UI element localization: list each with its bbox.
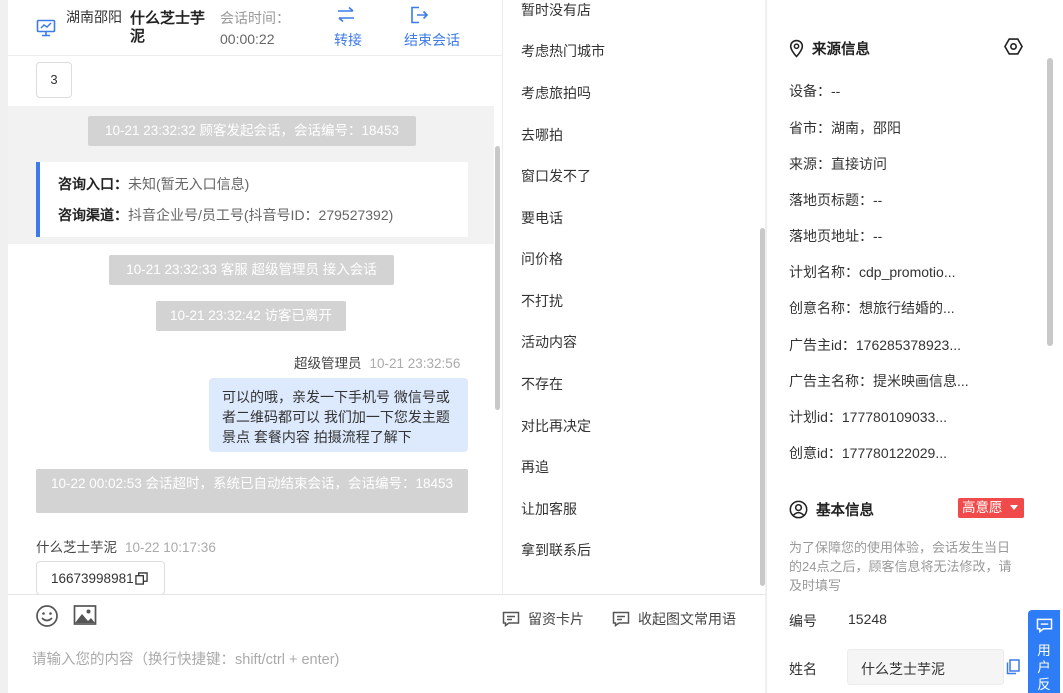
intent-level-label: 高意愿 (962, 500, 1003, 515)
visitor-phone: 16673998981 (51, 571, 134, 586)
count-chip: 3 (36, 62, 72, 98)
quick-replies-pane: 暂时没有店 考虑热门城市 考虑旅拍吗 去哪拍 窗口发不了 要电话 问价格 不打扰… (502, 0, 765, 594)
agent-message-bubble: 可以的哦，亲发一下手机号 微信号或者二维码都可以 我们加一下您发主题景点 套餐内… (209, 378, 468, 452)
user-feedback-tab[interactable]: 用户反 (1028, 610, 1060, 693)
entry-label: 咨询入口： (58, 176, 128, 192)
basic-info-title: 基本信息 (789, 499, 874, 520)
customer-name-field[interactable]: 什么芝士芋泥 (847, 649, 1004, 685)
copy-icon[interactable] (1006, 659, 1020, 675)
source-info-row: 落地页地址：-- (789, 228, 883, 244)
quick-reply-item[interactable]: 活动内容 (521, 332, 577, 352)
transfer-icon (338, 6, 354, 23)
chat-bubble-icon (1036, 618, 1052, 634)
source-info-row: 计划名称：cdp_promotio... (789, 264, 956, 280)
customer-info-pane: 来源信息 设备：-- 省市：湖南，邵阳 来源：直接访问 落地页标题：-- 落地页… (766, 0, 1063, 693)
user-feedback-label: 用户反 (1037, 643, 1051, 692)
visitor-sender-name: 什么芝士芋泥 (36, 540, 117, 555)
session-time-value: 00:00:22 (220, 31, 275, 47)
emoji-icon[interactable] (35, 604, 59, 628)
quick-reply-item[interactable]: 再追 (521, 457, 549, 477)
source-info-row: 广告主名称：提米映画信息... (789, 373, 969, 389)
customer-id-value: 15248 (848, 611, 887, 627)
system-message: 10-21 23:32:42 访客已离开 (156, 301, 346, 331)
channel-label: 咨询渠道： (58, 207, 128, 223)
channel-row: 咨询渠道：抖音企业号/员工号(抖音号ID：279527392) (58, 203, 468, 234)
agent-name: 超级管理员 (294, 356, 362, 371)
source-info-row: 广告主id：176285378923... (789, 337, 961, 353)
source-info-row: 落地页标题：-- (789, 192, 883, 208)
intent-level-dropdown[interactable]: 高意愿 (958, 498, 1024, 518)
agent-time: 10-21 23:32:56 (369, 356, 461, 371)
lead-card-label: 留资卡片 (528, 611, 584, 627)
visitor-location: 湖南邵阳 (66, 9, 122, 25)
chat-header: 湖南邵阳 什么芝士芋泥 会话时间： 00:00:22 转接 结束会话 (8, 0, 502, 56)
system-message: 10-21 23:32:32 顾客发起会话，会话编号：18453 (88, 116, 416, 146)
transfer-label: 转接 (334, 32, 362, 48)
source-info-row: 设备：-- (789, 83, 841, 99)
channel-value: 抖音企业号/员工号(抖音号ID：279527392) (128, 207, 394, 223)
settings-icon[interactable] (1004, 37, 1023, 56)
quick-reply-item[interactable]: 暂时没有店 (521, 0, 591, 20)
message-composer: 留资卡片 收起图文常用语 (8, 594, 765, 693)
basic-info-label: 基本信息 (816, 503, 874, 519)
source-info-row: 省市：湖南，邵阳 (789, 120, 901, 136)
customer-id-label: 编号 (789, 613, 817, 629)
lead-card-button[interactable]: 留资卡片 (502, 609, 584, 629)
quick-reply-item[interactable]: 去哪拍 (521, 125, 563, 145)
quick-reply-item[interactable]: 窗口发不了 (521, 166, 591, 186)
agent-sender-line: 超级管理员 10-21 23:32:56 (294, 352, 460, 372)
location-pin-icon (789, 39, 804, 58)
quick-replies-scrollbar[interactable] (760, 228, 765, 586)
consult-info-card: 咨询入口：未知(暂无入口信息) 咨询渠道：抖音企业号/员工号(抖音号ID：279… (36, 162, 468, 237)
end-session-label: 结束会话 (404, 32, 460, 48)
source-info-row: 计划id：177780109033... (789, 409, 947, 425)
message-list[interactable]: 3 10-21 23:32:32 顾客发起会话，会话编号：18453 咨询入口：… (8, 56, 502, 594)
chat-scrollbar[interactable] (495, 146, 500, 410)
quick-reply-item[interactable]: 考虑热门城市 (521, 41, 605, 61)
quick-reply-item[interactable]: 考虑旅拍吗 (521, 83, 591, 103)
quick-reply-item[interactable]: 对比再决定 (521, 416, 591, 436)
customer-name-label: 姓名 (789, 661, 817, 677)
logout-icon (411, 6, 429, 24)
collapse-phrases-button[interactable]: 收起图文常用语 (612, 609, 736, 629)
quick-reply-item[interactable]: 要电话 (521, 208, 563, 228)
entry-value: 未知(暂无入口信息) (128, 176, 250, 192)
chat-pane: 湖南邵阳 什么芝士芋泥 会话时间： 00:00:22 转接 结束会话 3 10-… (8, 0, 502, 693)
source-info-title: 来源信息 (789, 38, 870, 59)
user-circle-icon (789, 500, 808, 519)
copy-icon[interactable] (134, 572, 148, 585)
visitor-phone-message[interactable]: 16673998981 (36, 561, 165, 594)
quick-reply-item[interactable]: 问价格 (521, 249, 563, 269)
system-message: 10-22 00:02:53 会话超时，系统已自动结束会话，会话编号：18453 (36, 469, 468, 513)
quick-reply-item[interactable]: 不打扰 (521, 291, 563, 311)
visitor-sender-line: 什么芝士芋泥 10-22 10:17:36 (36, 536, 216, 556)
collapse-phrases-label: 收起图文常用语 (638, 611, 736, 627)
message-card-icon (502, 611, 520, 627)
monitor-icon (36, 19, 56, 37)
quick-reply-item[interactable]: 拿到联系后 (521, 540, 591, 560)
end-session-button[interactable]: 结束会话 (404, 6, 460, 50)
system-message: 10-21 23:32:33 客服 超级管理员 接入会话 (109, 255, 394, 285)
image-icon[interactable] (73, 604, 97, 626)
transfer-button[interactable]: 转接 (334, 6, 362, 50)
info-scrollbar[interactable] (1047, 58, 1053, 346)
source-info-row: 创意名称：想旅行结婚的... (789, 300, 955, 316)
message-card-icon (612, 611, 630, 627)
quick-reply-item[interactable]: 让加客服 (521, 499, 577, 519)
caret-down-icon (1010, 505, 1018, 510)
visitor-time: 10-22 10:17:36 (125, 540, 216, 555)
session-time-label: 会话时间： (220, 10, 290, 26)
source-info-row: 创意id：177780122029... (789, 445, 947, 461)
source-info-label: 来源信息 (812, 42, 870, 58)
visitor-name: 什么芝士芋泥 (130, 10, 206, 45)
source-info-row: 来源：直接访问 (789, 156, 887, 172)
entry-row: 咨询入口：未知(暂无入口信息) (58, 172, 468, 203)
basic-info-note: 为了保障您的使用体验，会话发生当日的24点之后，顾客信息将无法修改，请及时填写 (789, 540, 1012, 593)
message-input[interactable] (32, 645, 732, 675)
quick-reply-item[interactable]: 不存在 (521, 374, 563, 394)
